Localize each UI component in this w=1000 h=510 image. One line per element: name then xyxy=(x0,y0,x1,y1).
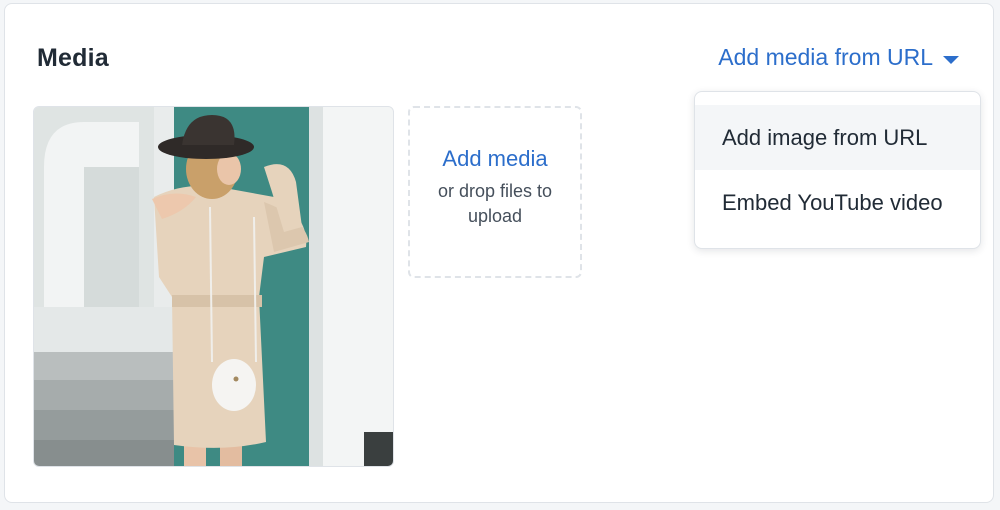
menu-item-embed-youtube-video[interactable]: Embed YouTube video xyxy=(695,170,980,235)
media-dropzone[interactable]: Add media or drop files to upload xyxy=(408,106,582,278)
product-photo xyxy=(34,107,393,466)
media-thumbnail[interactable] xyxy=(33,106,394,467)
add-media-link[interactable]: Add media xyxy=(442,146,547,172)
menu-item-add-image-from-url[interactable]: Add image from URL xyxy=(695,105,980,170)
add-media-from-url-button[interactable]: Add media from URL xyxy=(718,44,959,71)
add-media-from-url-label: Add media from URL xyxy=(718,44,933,70)
dropzone-hint: or drop files to upload xyxy=(437,180,553,226)
chevron-down-icon xyxy=(943,55,959,64)
section-title: Media xyxy=(37,44,109,72)
add-from-url-menu: Add image from URL Embed YouTube video xyxy=(694,91,981,249)
